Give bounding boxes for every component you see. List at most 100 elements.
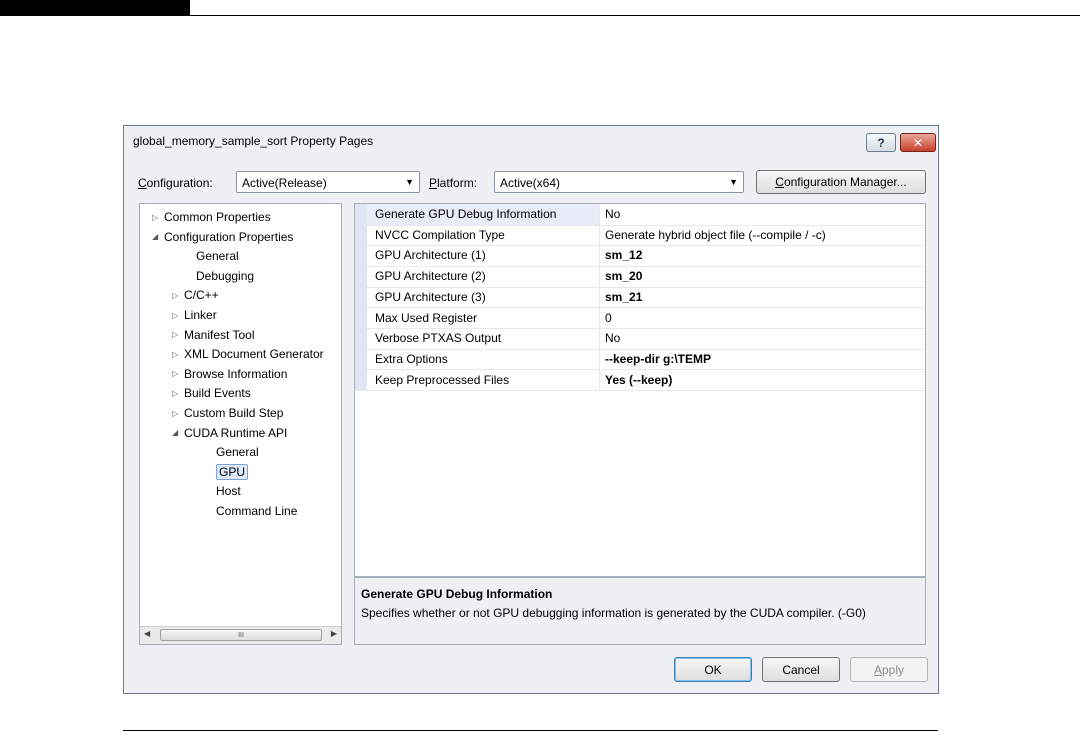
tree-item[interactable]: GPU xyxy=(204,463,249,481)
property-row[interactable]: Generate GPU Debug Information No xyxy=(367,204,925,226)
configuration-manager-button[interactable]: Configuration Manager... xyxy=(756,170,926,194)
chevron-down-icon: ▼ xyxy=(405,177,414,187)
tree-item-label: Browse Information xyxy=(184,366,288,381)
collapse-icon[interactable]: ◢ xyxy=(152,232,164,241)
property-name: Extra Options xyxy=(375,351,448,366)
scroll-right-icon[interactable]: ▶ xyxy=(331,629,337,638)
expand-icon[interactable]: ▷ xyxy=(172,409,184,418)
configuration-value: Active(Release) xyxy=(242,176,327,190)
property-value[interactable]: No xyxy=(605,331,620,345)
tree-item-label: General xyxy=(196,249,239,264)
tree-item[interactable]: ▷ XML Document Generator xyxy=(172,345,324,363)
tree-item[interactable]: ◢ CUDA Runtime API xyxy=(172,424,287,442)
close-button[interactable]: ✕ xyxy=(900,133,936,152)
title-bar: global_memory_sample_sort Property Pages… xyxy=(124,126,938,156)
tree-item[interactable]: ◢ Configuration Properties xyxy=(152,228,293,246)
expand-icon[interactable]: ▷ xyxy=(172,350,184,359)
cancel-button[interactable]: Cancel xyxy=(762,657,840,682)
scroll-thumb[interactable]: III xyxy=(160,629,322,641)
expand-icon[interactable]: ▷ xyxy=(152,213,164,222)
dialog-title: global_memory_sample_sort Property Pages xyxy=(133,134,374,148)
tree-item-label: General xyxy=(216,445,259,460)
help-button[interactable]: ? xyxy=(866,133,896,152)
property-grid: Generate GPU Debug Information No NVCC Com… xyxy=(354,203,926,577)
description-panel: Generate GPU Debug Information Specifies… xyxy=(354,577,926,645)
tree-item[interactable]: ▷ Linker xyxy=(172,306,217,324)
tree-item[interactable]: General xyxy=(184,247,239,265)
property-row[interactable]: Extra Options --keep-dir g:\TEMP xyxy=(367,349,925,371)
property-value[interactable]: sm_20 xyxy=(605,269,642,283)
property-row[interactable]: Verbose PTXAS Output No xyxy=(367,328,925,350)
tree-item-label: Command Line xyxy=(216,504,298,518)
property-value[interactable]: Yes (--keep) xyxy=(605,373,672,387)
page-header-rule xyxy=(190,15,1080,16)
platform-value: Active(x64) xyxy=(500,176,561,190)
tree-item-label: CUDA Runtime API xyxy=(184,425,288,440)
description-title: Generate GPU Debug Information xyxy=(361,587,553,601)
configuration-label: Configuration: xyxy=(138,176,213,190)
tree-item[interactable]: ▷ Custom Build Step xyxy=(172,404,283,422)
property-value[interactable]: sm_21 xyxy=(605,290,642,304)
tree-item-label: Common Properties xyxy=(164,210,271,224)
tree-item[interactable]: ▷ C/C++ xyxy=(172,286,219,304)
expand-icon[interactable]: ▷ xyxy=(172,291,184,300)
tree-item[interactable]: ▷ Common Properties xyxy=(152,208,271,226)
page-footer-rule xyxy=(123,730,938,731)
property-name: GPU Architecture (3) xyxy=(375,289,486,304)
tree-item-label: Linker xyxy=(184,308,217,322)
grid-gutter xyxy=(355,204,367,391)
tree-item-label: Host xyxy=(216,484,241,499)
tree-horizontal-scrollbar[interactable]: ◀ III ▶ xyxy=(140,626,341,644)
tree-item-label: GPU xyxy=(216,463,249,480)
tree-item-label: Manifest Tool xyxy=(184,327,255,342)
tree-item[interactable]: Command Line xyxy=(204,502,297,520)
platform-label: Platform: xyxy=(429,176,478,190)
apply-button[interactable]: Apply xyxy=(850,657,928,682)
tree-item-label: Debugging xyxy=(196,268,255,283)
property-value[interactable]: Generate hybrid object file (--compile /… xyxy=(605,228,826,242)
property-value[interactable]: sm_12 xyxy=(605,248,642,262)
property-row[interactable]: GPU Architecture (1) sm_12 xyxy=(367,245,925,267)
property-pages-dialog: global_memory_sample_sort Property Pages… xyxy=(123,125,939,694)
tree-item-label: XML Document Generator xyxy=(184,347,324,362)
description-text: Specifies whether or not GPU debugging i… xyxy=(361,606,866,620)
scroll-left-icon[interactable]: ◀ xyxy=(144,629,150,638)
tree-item[interactable]: Host xyxy=(204,482,241,500)
property-value[interactable]: --keep-dir g:\TEMP xyxy=(605,352,711,366)
expand-icon[interactable]: ▷ xyxy=(172,389,184,398)
tree-item-label: Custom Build Step xyxy=(184,406,284,420)
tree-item[interactable]: ▷ Build Events xyxy=(172,384,251,402)
tree-item[interactable]: Debugging xyxy=(184,267,254,285)
property-name: Max Used Register xyxy=(375,310,478,325)
property-row[interactable]: Keep Preprocessed Files Yes (--keep) xyxy=(367,370,925,392)
collapse-icon[interactable]: ◢ xyxy=(172,428,184,437)
property-value[interactable]: No xyxy=(605,207,620,221)
property-row[interactable]: GPU Architecture (3) sm_21 xyxy=(367,287,925,309)
property-name: Keep Preprocessed Files xyxy=(375,372,510,387)
property-name: GPU Architecture (1) xyxy=(375,248,486,263)
property-tree: ▷ Common Properties ◢ Configuration Propert… xyxy=(139,203,342,645)
property-row[interactable]: Max Used Register 0 xyxy=(367,308,925,329)
expand-icon[interactable]: ▷ xyxy=(172,330,184,339)
chevron-down-icon: ▼ xyxy=(729,177,738,187)
configuration-select[interactable]: Active(Release) ▼ xyxy=(236,171,420,193)
property-name: Generate GPU Debug Information xyxy=(375,207,557,221)
page-header-bar xyxy=(0,0,190,16)
expand-icon[interactable]: ▷ xyxy=(172,311,184,320)
tree-item-label: C/C++ xyxy=(184,288,219,303)
property-name: Verbose PTXAS Output xyxy=(375,331,502,346)
tree-item-label: Build Events xyxy=(184,386,251,401)
tree-item-label: Configuration Properties xyxy=(164,229,294,244)
tree-item[interactable]: ▷ Browse Information xyxy=(172,365,287,383)
expand-icon[interactable]: ▷ xyxy=(172,369,184,378)
property-name: NVCC Compilation Type xyxy=(375,227,505,242)
property-row[interactable]: GPU Architecture (2) sm_20 xyxy=(367,266,925,288)
ok-button[interactable]: OK xyxy=(674,657,752,682)
property-value[interactable]: 0 xyxy=(605,311,612,325)
platform-select[interactable]: Active(x64) ▼ xyxy=(494,171,744,193)
property-name: GPU Architecture (2) xyxy=(375,269,486,284)
tree-item[interactable]: ▷ Manifest Tool xyxy=(172,326,254,344)
property-row[interactable]: NVCC Compilation Type Generate hybrid obj… xyxy=(367,225,925,247)
tree-item[interactable]: General xyxy=(204,443,259,461)
configuration-row: Configuration: Active(Release) ▼ Platfor… xyxy=(138,170,926,195)
